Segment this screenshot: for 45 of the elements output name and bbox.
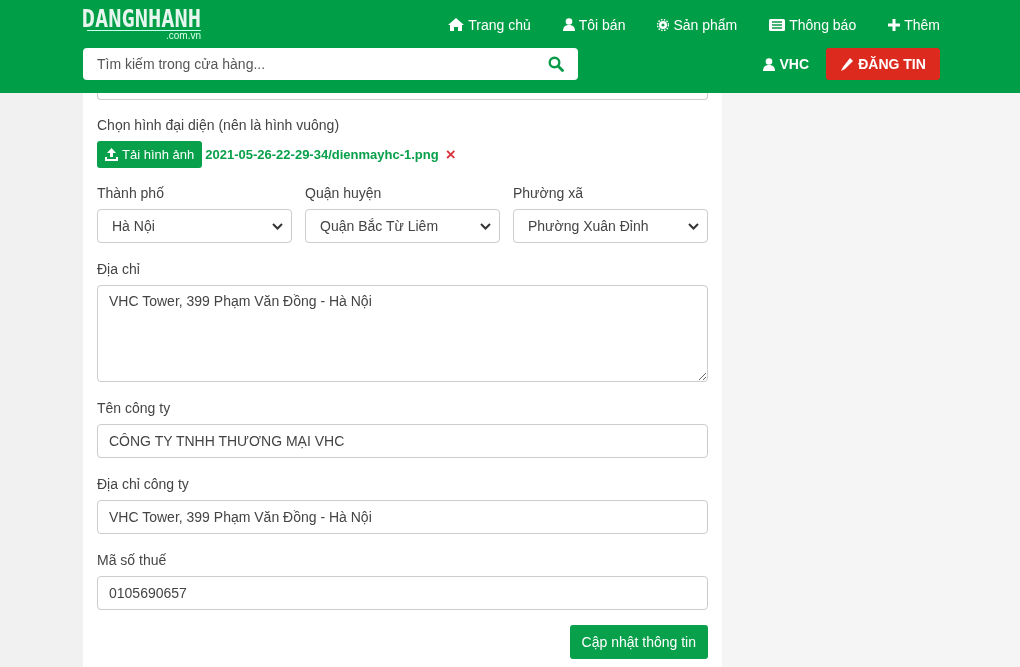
- field-label: Địa chỉ công ty: [97, 475, 190, 493]
- remove-button[interactable]: ×: [445, 144, 456, 165]
- plus-icon: [888, 18, 901, 31]
- chevron-icon: [480, 222, 491, 230]
- field-label: Quận huyện: [305, 184, 383, 202]
- field-label: Địa chỉ: [97, 260, 141, 278]
- select-value: Phường Xuân Đỉnh: [528, 218, 649, 234]
- text-area[interactable]: VHC Tower, 399 Phạm Văn Đồng - Hà Nội: [97, 285, 708, 382]
- user-icon: [763, 57, 776, 71]
- select-value: Hà Nội: [112, 218, 155, 234]
- file-name: 2021-05-26-22-29-34/dienmayhc-1.png: [205, 147, 439, 162]
- input-field[interactable]: CÔNG TY TNHH THƯƠNG MẠI VHC: [97, 424, 708, 458]
- input-field[interactable]: 0105690657: [97, 576, 708, 610]
- user-icon: [562, 18, 575, 31]
- update-button[interactable]: Cập nhật thông tin: [569, 625, 708, 659]
- newspaper-icon: [769, 18, 786, 31]
- nav-link[interactable]: Thêm: [888, 16, 940, 33]
- select-field[interactable]: Hà Nội: [97, 209, 292, 243]
- nav-link[interactable]: Sản phẩm: [657, 16, 738, 33]
- search-icon[interactable]: [548, 56, 564, 72]
- search-field[interactable]: Tìm kiếm trong cửa hàng...: [83, 48, 578, 80]
- select-field[interactable]: Quận Bắc Từ Liêm: [305, 209, 500, 243]
- select-field[interactable]: Phường Xuân Đỉnh: [513, 209, 708, 243]
- select-value: Quận Bắc Từ Liêm: [320, 218, 439, 234]
- chevron-icon: [272, 222, 283, 230]
- upload-icon: [105, 148, 118, 161]
- logo-text: DANGNHANH: [81, 6, 201, 32]
- user-link[interactable]: VHC: [763, 56, 809, 72]
- nav-link[interactable]: Trang chủ: [448, 16, 531, 33]
- pencil-icon: [840, 57, 854, 71]
- logo-domain: .com.vn: [87, 30, 201, 41]
- input-field[interactable]: VHC Tower, 399 Phạm Văn Đồng - Hà Nội: [97, 500, 708, 534]
- field-label: Phường xã: [513, 184, 584, 202]
- field-label: Thành phố: [97, 184, 165, 202]
- gear-icon: [657, 18, 670, 31]
- nav-link[interactable]: Tôi bán: [562, 16, 626, 33]
- upload-button[interactable]: Tải hình ảnh: [97, 141, 203, 168]
- post-button[interactable]: ĐĂNG TIN: [826, 48, 940, 80]
- field-label: Mã số thuế: [97, 551, 168, 569]
- home-icon: [448, 18, 465, 31]
- input-field[interactable]: [97, 93, 708, 100]
- chevron-icon: [688, 222, 699, 230]
- field-label: Chọn hình đại diện (nên là hình vuông): [97, 116, 341, 134]
- nav-link[interactable]: Thông báo: [769, 16, 857, 33]
- field-label: Tên công ty: [97, 399, 172, 417]
